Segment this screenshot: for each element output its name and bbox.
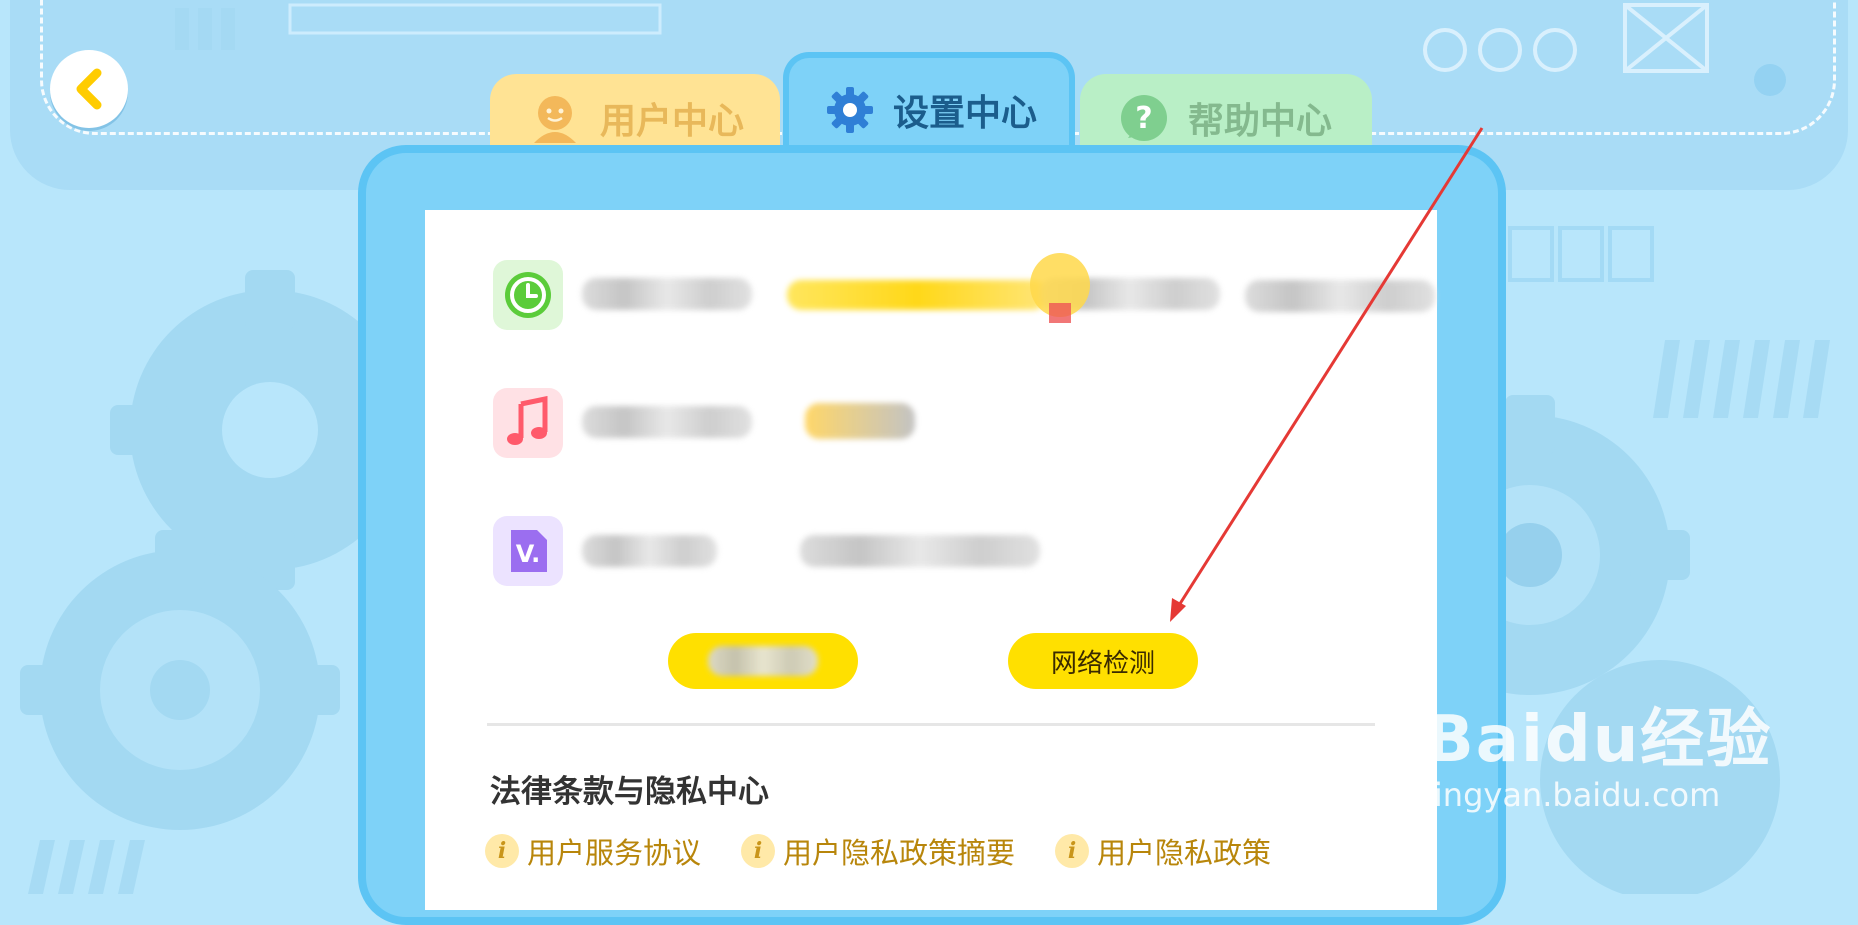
- watermark-url: jingyan.baidu.com: [1425, 776, 1721, 814]
- baidu-watermark: Baidu经验 jingyan.baidu.com: [1425, 688, 1772, 814]
- watermark-brand: Baidu经验: [1425, 703, 1773, 777]
